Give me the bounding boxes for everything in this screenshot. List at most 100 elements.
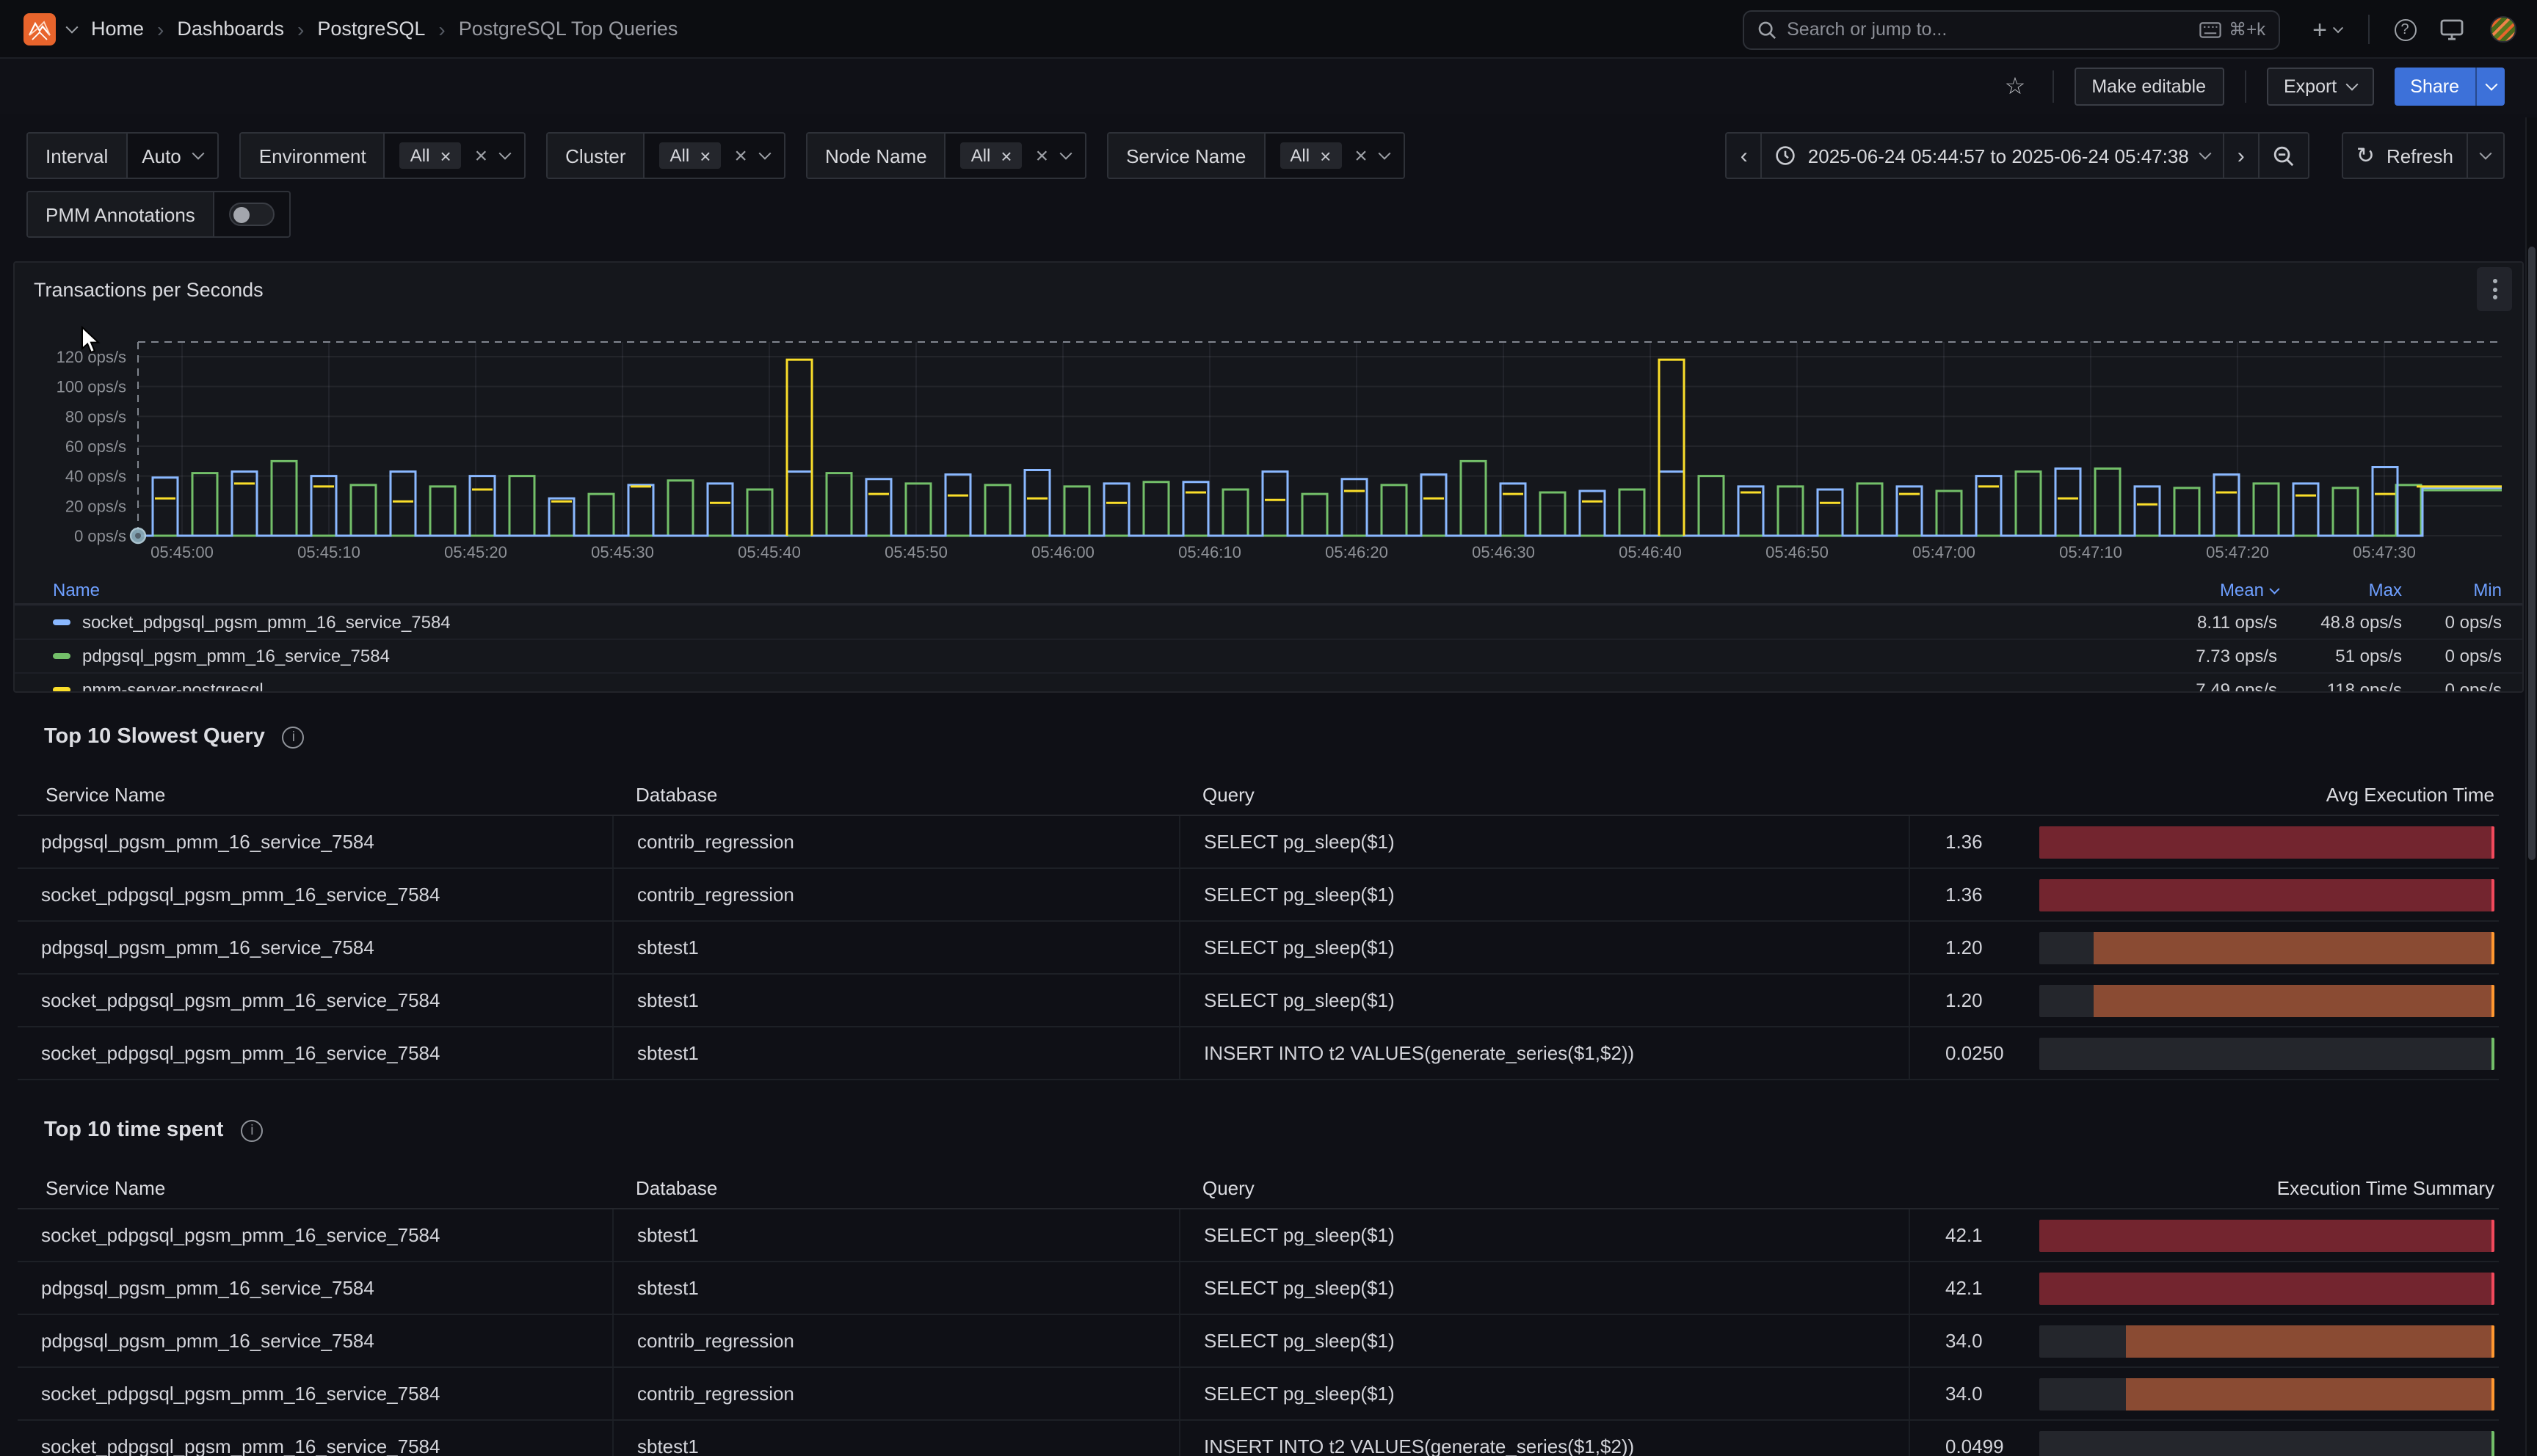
keyboard-icon (2199, 21, 2221, 37)
time-shift-back-button[interactable]: ‹ (1727, 134, 1761, 178)
monitor-icon (2440, 18, 2464, 40)
value-number: 1.20 (1945, 936, 2039, 958)
user-avatar[interactable] (2490, 16, 2516, 43)
filter-chip[interactable]: All× (660, 142, 722, 169)
help-icon: ? (2394, 18, 2416, 40)
table-header: Service Name Database Query Execution Ti… (18, 1168, 2499, 1209)
col-avg-execution-time[interactable]: Avg Execution Time (1909, 784, 2499, 806)
page-scrollbar-thumb[interactable] (2528, 247, 2536, 860)
time-range-text: 2025-06-24 05:44:57 to 2025-06-24 05:47:… (1808, 145, 2189, 167)
table-row: socket_pdpgsql_pgsm_pmm_16_service_7584s… (18, 1421, 2499, 1456)
col-service-name[interactable]: Service Name (18, 1177, 612, 1199)
cell-query: SELECT pg_sleep($1) (1179, 1315, 1909, 1366)
zoom-out-icon (2273, 145, 2295, 167)
search-input[interactable]: Search or jump to... ⌘+k (1743, 10, 2280, 49)
interval-select[interactable]: Interval Auto (26, 132, 219, 179)
col-database[interactable]: Database (612, 784, 1179, 806)
make-editable-button[interactable]: Make editable (2074, 68, 2224, 106)
time-shift-forward-button[interactable]: › (2223, 134, 2258, 178)
col-query[interactable]: Query (1179, 1177, 1909, 1199)
series-name[interactable]: pdpgsql_pgsm_pmm_16_service_7584 (82, 646, 390, 666)
breadcrumb-dashboards[interactable]: Dashboards (177, 18, 284, 40)
tps-chart[interactable]: 0 ops/s20 ops/s40 ops/s60 ops/s80 ops/s1… (15, 313, 2524, 574)
remove-chip-icon[interactable]: × (1001, 146, 1012, 165)
value-gauge (2039, 878, 2494, 911)
pmm-annotations-toggle[interactable] (229, 203, 275, 226)
clear-filter-icon[interactable]: × (734, 145, 747, 167)
info-icon[interactable]: i (241, 1119, 263, 1141)
panel-title[interactable]: Transactions per Seconds (34, 279, 264, 301)
filter-chip[interactable]: All× (961, 142, 1023, 169)
info-icon[interactable]: i (283, 726, 305, 748)
legend-header: Name Mean Max Min (15, 577, 2522, 605)
refresh-button[interactable]: ↻ Refresh (2343, 134, 2467, 178)
chevron-down-icon[interactable] (66, 21, 79, 33)
mountains-icon (28, 17, 51, 40)
clear-filter-icon[interactable]: × (475, 145, 488, 167)
kiosk-mode-button[interactable] (2431, 10, 2472, 49)
filter-chip[interactable]: All× (1280, 142, 1341, 169)
series-color-swatch (53, 653, 70, 659)
series-name[interactable]: pmm-server-postgresql (82, 680, 264, 693)
legend-min-header[interactable]: Min (2402, 580, 2502, 600)
share-button[interactable]: Share (2394, 68, 2475, 106)
share-menu-button[interactable] (2475, 68, 2505, 106)
col-database[interactable]: Database (612, 1177, 1179, 1199)
chevron-down-icon (2480, 148, 2492, 160)
section-title-time-spent[interactable]: Top 10 time spent i (44, 1118, 263, 1142)
node-name-filter[interactable]: Node Name All× × (806, 132, 1086, 179)
clear-filter-icon[interactable]: × (1036, 145, 1049, 167)
table-row: pdpgsql_pgsm_pmm_16_service_7584contrib_… (18, 1315, 2499, 1368)
cell-database: contrib_regression (612, 816, 1179, 867)
panel-menu-button[interactable] (2477, 267, 2512, 311)
breadcrumb-postgresql[interactable]: PostgreSQL (317, 18, 425, 40)
legend-row[interactable]: pmm-server-postgresql7.49 ops/s118 ops/s… (15, 672, 2522, 693)
star-button[interactable]: ☆ (1999, 72, 2032, 101)
service-name-filter[interactable]: Service Name All× × (1107, 132, 1406, 179)
pmm-logo[interactable] (23, 12, 56, 45)
zoom-out-button[interactable] (2258, 134, 2308, 178)
cell-query: SELECT pg_sleep($1) (1179, 922, 1909, 973)
breadcrumb-home[interactable]: Home (91, 18, 144, 40)
cell-query: SELECT pg_sleep($1) (1179, 1209, 1909, 1261)
cell-database: sbtest1 (612, 922, 1179, 973)
search-icon (1757, 20, 1776, 39)
series-mean: 7.49 ops/s (2123, 680, 2277, 693)
svg-text:05:47:00: 05:47:00 (1912, 543, 1975, 561)
environment-filter[interactable]: Environment All× × (240, 132, 526, 179)
breadcrumb: Home › Dashboards › PostgreSQL › Postgre… (91, 17, 678, 40)
table-row: socket_pdpgsql_pgsm_pmm_16_service_7584c… (18, 869, 2499, 922)
svg-text:100 ops/s: 100 ops/s (57, 378, 126, 396)
svg-text:0 ops/s: 0 ops/s (74, 527, 126, 545)
legend-row[interactable]: socket_pdpgsql_pgsm_pmm_16_service_75848… (15, 605, 2522, 638)
remove-chip-icon[interactable]: × (440, 146, 451, 165)
remove-chip-icon[interactable]: × (1320, 146, 1331, 165)
time-range-button[interactable]: 2025-06-24 05:44:57 to 2025-06-24 05:47:… (1761, 134, 2223, 178)
cluster-filter[interactable]: Cluster All× × (546, 132, 785, 179)
legend-row[interactable]: pdpgsql_pgsm_pmm_16_service_75847.73 ops… (15, 638, 2522, 672)
page-scrollbar-track[interactable] (2525, 117, 2537, 1456)
svg-text:05:46:50: 05:46:50 (1765, 543, 1829, 561)
section-title-slowest-query[interactable]: Top 10 Slowest Query i (44, 725, 305, 749)
export-button[interactable]: Export (2266, 68, 2373, 106)
legend-mean-header[interactable]: Mean (2123, 580, 2277, 600)
legend-name-header[interactable]: Name (53, 580, 100, 600)
col-query[interactable]: Query (1179, 784, 1909, 806)
legend-max-header[interactable]: Max (2277, 580, 2402, 600)
add-button[interactable]: + (2304, 10, 2351, 49)
cell-value: 0.0499 (1909, 1421, 2499, 1456)
cell-database: sbtest1 (612, 1027, 1179, 1079)
col-execution-time-summary[interactable]: Execution Time Summary (1909, 1177, 2499, 1199)
clear-filter-icon[interactable]: × (1354, 145, 1368, 167)
col-service-name[interactable]: Service Name (18, 784, 612, 806)
cell-service-name: pdpgsql_pgsm_pmm_16_service_7584 (18, 1262, 612, 1314)
value-gauge (2039, 984, 2494, 1016)
filter-chip[interactable]: All× (400, 142, 462, 169)
series-name[interactable]: socket_pdpgsql_pgsm_pmm_16_service_7584 (82, 612, 451, 633)
cell-value: 34.0 (1909, 1368, 2499, 1419)
interval-label: Interval (28, 134, 127, 178)
remove-chip-icon[interactable]: × (700, 146, 711, 165)
table-header: Service Name Database Query Avg Executio… (18, 775, 2499, 816)
refresh-interval-button[interactable] (2467, 134, 2503, 178)
help-button[interactable]: ? (2387, 10, 2422, 49)
